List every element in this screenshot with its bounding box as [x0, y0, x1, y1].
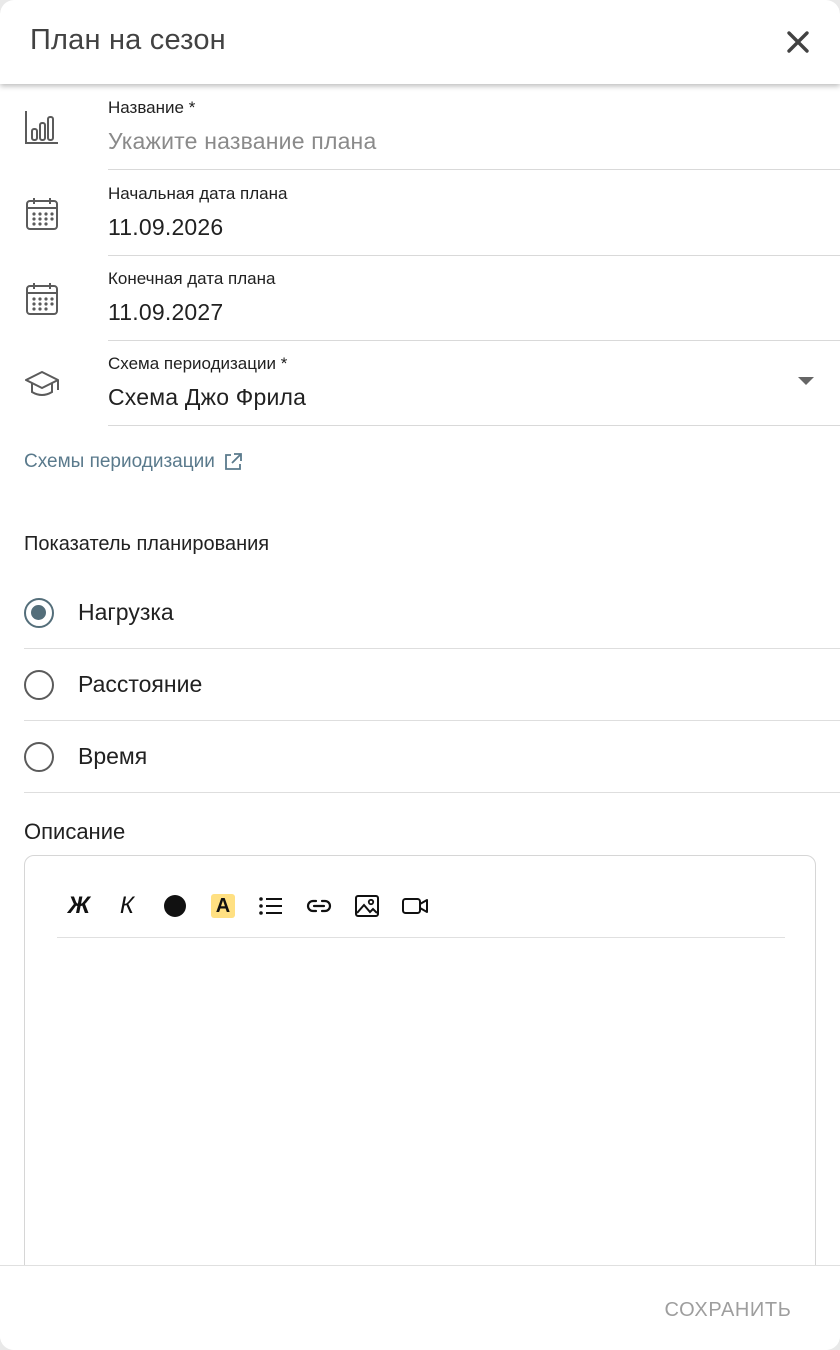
external-link-icon — [224, 453, 242, 470]
italic-button[interactable]: К — [111, 890, 143, 922]
highlight-icon: A — [211, 894, 235, 918]
name-field-row: Название * Укажите название плана — [0, 84, 840, 170]
planning-title: Показатель планирования — [24, 533, 270, 555]
close-button[interactable] — [778, 22, 818, 62]
name-input[interactable]: Название * Укажите название плана — [108, 84, 840, 170]
link-icon — [306, 899, 332, 913]
bar-chart-icon — [24, 109, 60, 145]
description-editor[interactable]: Ж К A — [24, 855, 816, 1335]
season-plan-dialog: План на сезон Название * Укажите названи… — [0, 0, 840, 1350]
text-color-button[interactable] — [159, 890, 191, 922]
scheme-row: Схема периодизации * Схема Джо Фрила — [0, 340, 840, 426]
description-title: Описание — [24, 819, 126, 844]
editor-toolbar: Ж К A — [57, 886, 785, 938]
schemes-link[interactable]: Схемы периодизации — [24, 451, 243, 473]
calendar-icon — [24, 196, 60, 232]
schemes-link-label: Схемы периодизации — [24, 451, 215, 472]
start-date-input[interactable]: Начальная дата плана 11.09.2026 — [108, 170, 840, 256]
video-icon — [402, 898, 428, 914]
dialog-header: План на сезон — [0, 0, 840, 84]
radio-load-label: Нагрузка — [78, 599, 174, 625]
radio-load[interactable]: Нагрузка — [24, 577, 840, 649]
start-date-value: 11.09.2026 — [108, 214, 224, 240]
end-date-row: Конечная дата плана 11.09.2027 — [0, 255, 840, 341]
end-date-value: 11.09.2027 — [108, 299, 224, 325]
bold-icon: Ж — [67, 892, 91, 919]
scheme-select[interactable]: Схема периодизации * Схема Джо Фрила — [108, 340, 840, 426]
radio-distance[interactable]: Расстояние — [24, 649, 840, 721]
calendar-icon — [24, 281, 60, 317]
graduation-cap-icon — [24, 366, 60, 402]
close-icon — [787, 31, 809, 53]
image-button[interactable] — [351, 890, 383, 922]
dropdown-arrow-icon — [798, 377, 814, 385]
start-date-row: Начальная дата плана 11.09.2026 — [0, 170, 840, 256]
start-date-label: Начальная дата плана — [108, 184, 288, 203]
radio-time[interactable]: Время — [24, 721, 840, 793]
radio-time-label: Время — [78, 743, 148, 769]
italic-icon: К — [119, 892, 135, 919]
name-placeholder: Укажите название плана — [108, 128, 377, 154]
radio-distance-label: Расстояние — [78, 671, 203, 697]
video-button[interactable] — [399, 890, 431, 922]
scheme-value: Схема Джо Фрила — [108, 384, 307, 410]
link-button[interactable] — [303, 890, 335, 922]
color-circle-icon — [164, 895, 186, 917]
save-button[interactable]: СОХРАНИТЬ — [650, 1288, 806, 1332]
bullet-list-button[interactable] — [255, 890, 287, 922]
end-date-label: Конечная дата плана — [108, 269, 276, 288]
radio-load-circle — [24, 598, 54, 628]
radio-distance-circle — [24, 670, 54, 700]
dialog-footer: СОХРАНИТЬ — [0, 1265, 840, 1350]
end-date-input[interactable]: Конечная дата плана 11.09.2027 — [108, 255, 840, 341]
radio-time-circle — [24, 742, 54, 772]
dialog-title: План на сезон — [30, 24, 226, 56]
image-icon — [355, 895, 379, 917]
scheme-label: Схема периодизации * — [108, 354, 288, 373]
name-label: Название * — [108, 98, 196, 117]
bold-button[interactable]: Ж — [63, 890, 95, 922]
highlight-button[interactable]: A — [207, 890, 239, 922]
bullet-list-icon — [259, 897, 282, 915]
